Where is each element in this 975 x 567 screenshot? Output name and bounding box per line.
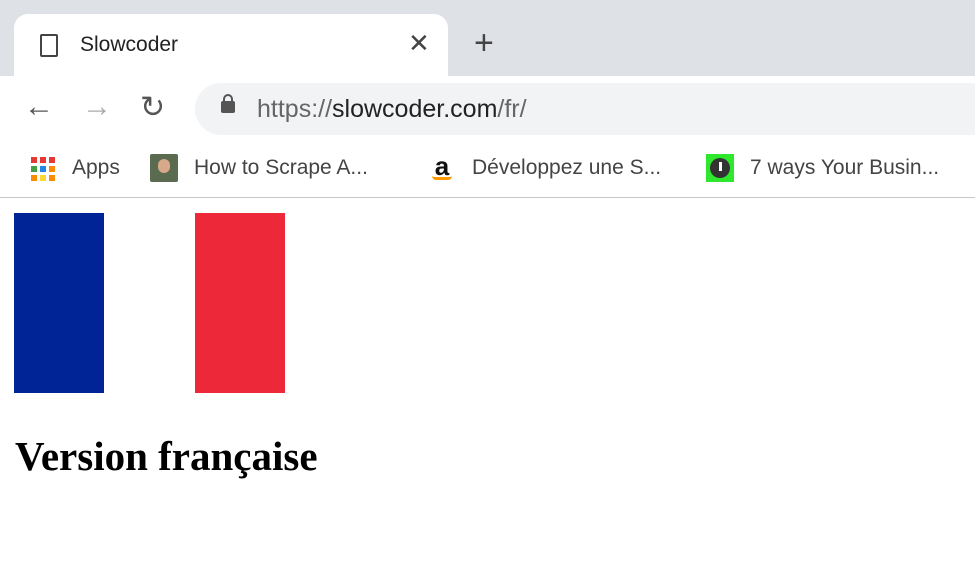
flag-stripe-blue	[14, 213, 104, 393]
lock-icon[interactable]	[221, 94, 235, 113]
bookmark-amazon[interactable]: a Développez une S...	[428, 153, 662, 182]
bookmarks-bar: Apps How to Scrape A... a Développez une…	[0, 142, 975, 198]
bookmark-business[interactable]: 7 ways Your Busin...	[706, 154, 939, 182]
person-avatar-icon	[150, 154, 178, 182]
bookmark-label: Apps	[72, 156, 120, 179]
reload-icon[interactable]: ↻	[140, 90, 165, 125]
tab-title: Slowcoder	[80, 33, 179, 56]
page-heading: Version française	[15, 433, 318, 479]
bookmark-apps[interactable]: Apps	[28, 154, 120, 182]
toolbar: ← → ↻ https://slowcoder.com/fr/	[0, 76, 975, 142]
flag-stripe-red	[195, 213, 285, 393]
new-tab-button[interactable]: +	[474, 26, 494, 60]
close-icon[interactable]: ✕	[408, 28, 430, 59]
watch-icon	[706, 154, 734, 182]
bookmark-label: How to Scrape A...	[194, 156, 368, 179]
url-text[interactable]: https://slowcoder.com/fr/	[257, 95, 527, 124]
document-icon	[40, 34, 58, 57]
tab-slowcoder[interactable]: Slowcoder ✕	[14, 14, 448, 76]
address-bar[interactable]: https://slowcoder.com/fr/	[195, 83, 975, 135]
amazon-icon: a	[428, 153, 456, 182]
apps-grid-icon	[28, 154, 56, 182]
bookmark-label: Développez une S...	[472, 156, 662, 179]
bookmark-scrape[interactable]: How to Scrape A...	[150, 154, 368, 182]
tab-strip: Slowcoder ✕ +	[0, 0, 975, 76]
bookmark-label: 7 ways Your Busin...	[750, 156, 940, 179]
flag-stripe-white	[104, 213, 194, 393]
forward-icon[interactable]: →	[82, 90, 112, 124]
back-icon[interactable]: ←	[24, 90, 54, 124]
